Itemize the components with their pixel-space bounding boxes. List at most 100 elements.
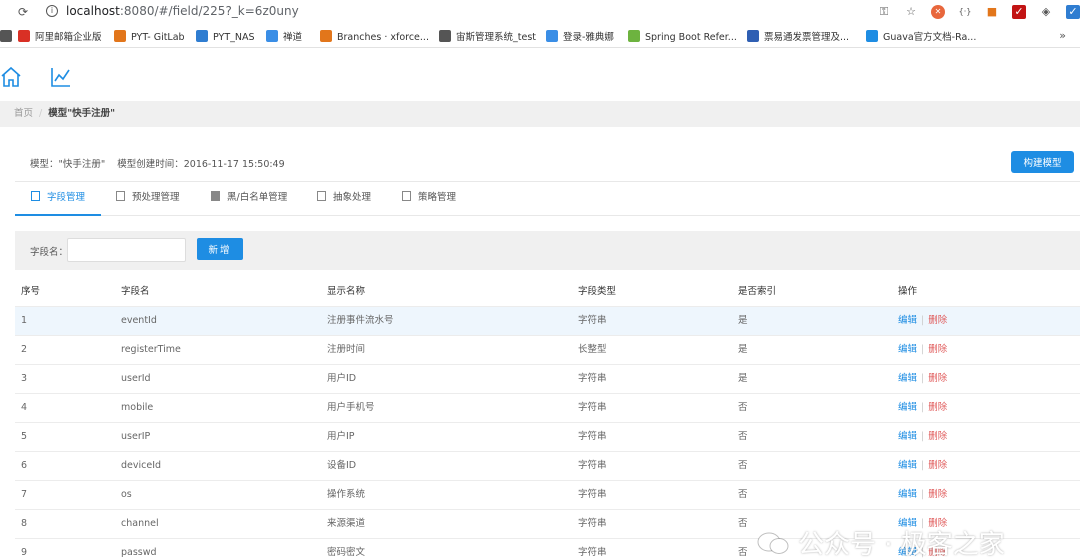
wechat-logo-icon [757, 532, 789, 554]
row-field-name: os [121, 489, 132, 500]
tab-label: 预处理管理 [132, 192, 180, 203]
bookmark-item[interactable]: Spring Boot Refer... [628, 30, 737, 46]
breadcrumb-separator: / [39, 108, 43, 119]
delete-link[interactable]: 删除 [928, 315, 947, 326]
row-field-type: 字符串 [578, 315, 607, 326]
bookmark-item[interactable]: Guava官方文档-Ra... [866, 30, 976, 46]
bookmark-label: 禅道 [283, 32, 303, 43]
bookmark-item[interactable]: PYT- GitLab [114, 30, 185, 46]
line-chart-icon[interactable] [50, 66, 72, 88]
reload-icon[interactable]: ⟳ [18, 5, 28, 19]
key-icon[interactable]: ⚿ [877, 5, 891, 19]
table-row: 5 userIP 用户IP 字符串 否 编辑 | 删除 [15, 422, 1080, 451]
row-field-name: userId [121, 373, 151, 384]
row-display-name: 用户IP [327, 431, 355, 442]
zentao-icon [266, 30, 278, 42]
action-separator: | [921, 460, 925, 471]
bookmark-item[interactable]: PYT_NAS [196, 30, 255, 46]
edit-link[interactable]: 编辑 [898, 373, 917, 384]
bookmark-label: 票易通发票管理及... [764, 32, 850, 43]
site-info-icon[interactable]: i [46, 5, 58, 17]
breadcrumb-current: 模型"快手注册" [48, 108, 116, 119]
table-row: 7 os 操作系统 字符串 否 编辑 | 删除 [15, 480, 1080, 509]
row-field-type: 字符串 [578, 402, 607, 413]
fox-extension-icon[interactable]: ■ [985, 5, 999, 19]
tab-label: 黑/白名单管理 [227, 192, 288, 203]
tab-field-management[interactable]: 字段管理 [15, 182, 102, 216]
row-field-name: userIP [121, 431, 151, 442]
delete-link[interactable]: 删除 [928, 460, 947, 471]
delete-link[interactable]: 删除 [928, 402, 947, 413]
extension-icon[interactable]: ✕ [931, 5, 945, 19]
bookmark-item[interactable]: 宙斯管理系统_test [439, 30, 536, 46]
row-display-name: 操作系统 [327, 489, 366, 500]
delete-link[interactable]: 删除 [928, 344, 947, 355]
row-index: 8 [21, 518, 28, 529]
delete-link[interactable]: 删除 [928, 489, 947, 500]
row-display-name: 来源渠道 [327, 518, 366, 529]
row-field-name: registerTime [121, 344, 181, 355]
model-name: 模型："快手注册" [30, 159, 106, 170]
bookmark-label: Guava官方文档-Ra... [883, 32, 977, 43]
tab-preprocess-management[interactable]: 预处理管理 [116, 182, 180, 216]
delete-link[interactable]: 删除 [928, 431, 947, 442]
more-bookmarks-icon[interactable]: » [1059, 29, 1066, 42]
row-indexed: 是 [738, 373, 748, 384]
bookmark-item[interactable]: 阿里邮箱企业版 [18, 30, 102, 46]
mail-icon [18, 30, 30, 42]
column-header-indexed: 是否索引 [738, 286, 777, 297]
field-name-input[interactable] [67, 238, 186, 262]
edit-link[interactable]: 编辑 [898, 431, 917, 442]
table-row: 3 userId 用户ID 字符串 是 编辑 | 删除 [15, 364, 1080, 393]
bookmark-item[interactable]: 禅道 [266, 30, 302, 46]
gitlab-icon [114, 30, 126, 42]
edit-link[interactable]: 编辑 [898, 460, 917, 471]
row-indexed: 否 [738, 547, 748, 558]
row-indexed: 否 [738, 489, 748, 500]
document-icon [31, 191, 40, 201]
edit-link[interactable]: 编辑 [898, 489, 917, 500]
edit-link[interactable]: 编辑 [898, 344, 917, 355]
row-indexed: 否 [738, 431, 748, 442]
edit-link[interactable]: 编辑 [898, 315, 917, 326]
row-indexed: 否 [738, 402, 748, 413]
action-separator: | [921, 315, 925, 326]
tab-strategy-management[interactable]: 策略管理 [402, 182, 456, 216]
table-row: 2 registerTime 注册时间 长整型 是 编辑 | 删除 [15, 335, 1080, 364]
row-actions: 编辑 | 删除 [898, 336, 947, 364]
row-index: 7 [21, 489, 28, 500]
puzzle-extension-icon[interactable]: ◈ [1039, 5, 1053, 19]
bookmark-item[interactable]: Branches · xforce... [320, 30, 429, 46]
download-extension-icon[interactable]: ✓ [1066, 5, 1080, 19]
row-actions: 编辑 | 删除 [898, 452, 947, 480]
tab-abstract-processing[interactable]: 抽象处理 [317, 182, 371, 216]
bookmark-item[interactable]: 登录-雅典娜 [546, 30, 614, 46]
url-field[interactable]: localhost:8080/#/field/225?_k=6z0uny [66, 4, 299, 18]
row-indexed: 是 [738, 315, 748, 326]
action-separator: | [921, 402, 925, 413]
row-field-type: 字符串 [578, 373, 607, 384]
json-extension-icon[interactable]: {·} [958, 5, 972, 19]
action-separator: | [921, 373, 925, 384]
bookmark-item[interactable] [0, 30, 17, 46]
row-index: 9 [21, 547, 28, 558]
bookmark-item[interactable]: 票易通发票管理及... [747, 30, 849, 46]
pdf-extension-icon[interactable]: ✓ [1012, 5, 1026, 19]
add-button[interactable]: 新增 [197, 238, 243, 260]
column-header-index: 序号 [21, 286, 41, 297]
grid-icon [211, 191, 220, 201]
build-model-button[interactable]: 构建模型 [1011, 151, 1074, 173]
delete-link[interactable]: 删除 [928, 373, 947, 384]
row-indexed: 否 [738, 518, 748, 529]
edit-link[interactable]: 编辑 [898, 402, 917, 413]
column-header-field-type: 字段类型 [578, 286, 617, 297]
row-actions: 编辑 | 删除 [898, 394, 947, 422]
home-icon[interactable] [0, 66, 22, 88]
star-icon[interactable]: ☆ [904, 5, 918, 19]
row-field-name: deviceId [121, 460, 162, 471]
breadcrumb-home[interactable]: 首页 [14, 108, 33, 119]
bookmark-label: 登录-雅典娜 [563, 32, 614, 43]
bookmark-label: Spring Boot Refer... [645, 32, 737, 43]
tab-blacklist-management[interactable]: 黑/白名单管理 [211, 182, 287, 216]
bookmark-label: PYT- GitLab [131, 32, 185, 43]
